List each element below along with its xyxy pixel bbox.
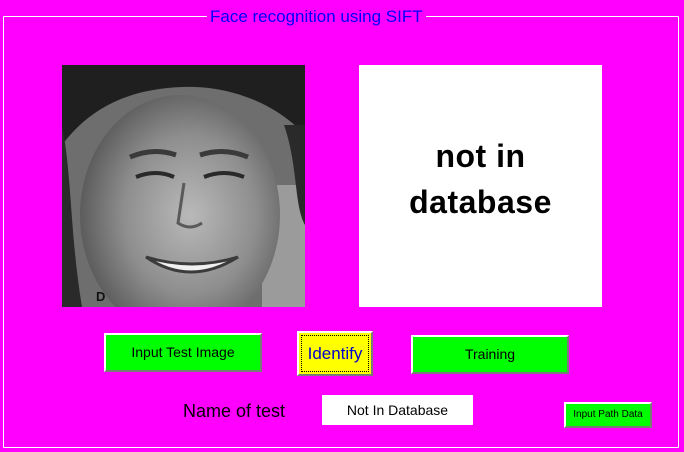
training-button[interactable]: Training [411, 335, 569, 374]
name-of-test-field: Not In Database [322, 395, 473, 425]
input-test-image-button[interactable]: Input Test Image [104, 333, 262, 372]
app-window: Face recognition using SIFT D not in dat… [0, 0, 684, 452]
test-image-panel: D [62, 65, 305, 307]
group-title: Face recognition using SIFT [207, 8, 426, 26]
face-image-letter: D [96, 289, 106, 304]
input-path-data-button[interactable]: Input Path Data [564, 402, 652, 428]
result-image-panel: not in database [359, 65, 602, 307]
face-image [62, 65, 305, 307]
identify-button[interactable]: Identify [297, 331, 373, 376]
name-of-test-label: Name of test [183, 401, 286, 421]
result-text: not in database [409, 138, 552, 220]
